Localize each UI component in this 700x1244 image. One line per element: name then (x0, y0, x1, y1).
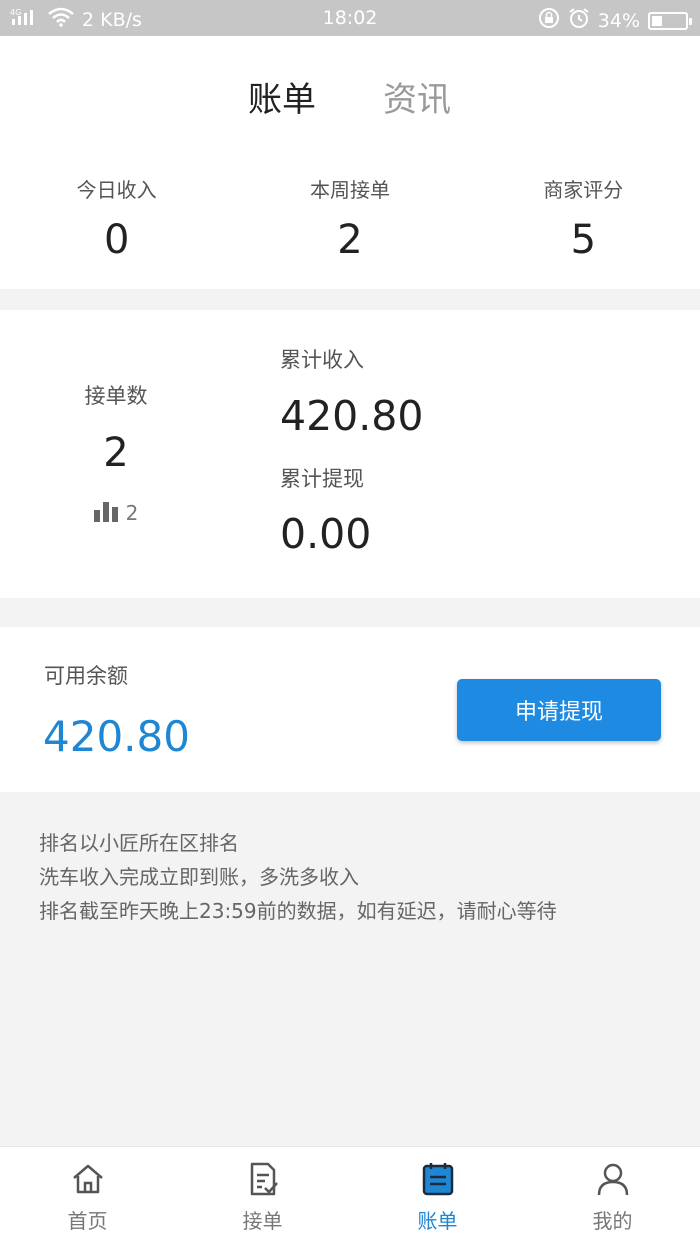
order-list-icon (245, 1161, 281, 1197)
stat-value: 5 (570, 217, 597, 263)
notes: 排名以小匠所在区排名 洗车收入完成立即到账，多洗多收入 排名截至昨天晚上23:5… (39, 826, 557, 928)
order-count-block: 接单数 2 2 (0, 310, 232, 598)
home-icon (70, 1161, 106, 1197)
rank-indicator: 2 (0, 500, 232, 525)
bottom-nav: 首页 接单 账单 我的 (0, 1146, 700, 1244)
tab-news[interactable]: 资讯 (383, 72, 451, 121)
stat-label: 商家评分 (543, 178, 624, 202)
withdraw-button[interactable]: 申请提现 (457, 679, 661, 741)
balance-card: 可用余额 420.80 申请提现 (0, 627, 700, 792)
nav-label: 首页 (67, 1209, 108, 1233)
battery-percent: 34% (597, 9, 640, 32)
header-tabs: 账单 资讯 (0, 36, 700, 146)
nav-orders[interactable]: 接单 (175, 1147, 350, 1244)
total-income-value: 420.80 (280, 392, 424, 440)
total-withdraw-value: 0.00 (280, 510, 372, 558)
nav-label: 接单 (242, 1209, 283, 1233)
alarm-icon (568, 7, 590, 34)
stat-label: 本周接单 (309, 178, 390, 202)
battery-icon (648, 11, 692, 30)
total-withdraw-label: 累计提现 (280, 467, 364, 491)
summary-card: 接单数 2 2 累计收入 420.80 累计提现 0.00 (0, 310, 700, 598)
balance-label: 可用余额 (44, 664, 128, 688)
status-bar: 4G 2 KB/s 18:02 34% (0, 0, 700, 36)
stat-value: 0 (103, 217, 130, 263)
stat-value: 2 (337, 217, 363, 263)
bill-icon (420, 1161, 456, 1197)
nav-bill[interactable]: 账单 (350, 1147, 525, 1244)
note-line: 洗车收入完成立即到账，多洗多收入 (39, 865, 359, 889)
order-count-label: 接单数 (84, 384, 148, 408)
profile-icon (595, 1161, 631, 1197)
nav-label: 账单 (417, 1209, 458, 1233)
rotation-lock-icon (538, 7, 560, 34)
nav-label: 我的 (592, 1209, 633, 1233)
nav-profile[interactable]: 我的 (525, 1147, 700, 1244)
stat-today-income: 今日收入 0 (0, 146, 233, 289)
note-line: 排名截至昨天晚上23:59前的数据，如有延迟，请耐心等待 (39, 899, 557, 923)
stats-row: 今日收入 0 本周接单 2 商家评分 5 (0, 146, 700, 289)
stat-merchant-rating: 商家评分 5 (467, 146, 700, 289)
tab-bill[interactable]: 账单 (248, 72, 316, 121)
stat-label: 今日收入 (76, 178, 157, 202)
stat-week-orders: 本周接单 2 (233, 146, 466, 289)
order-count-value: 2 (103, 430, 129, 476)
bar-chart-icon (93, 500, 118, 522)
rank-value: 2 (125, 501, 139, 525)
total-income-label: 累计收入 (280, 348, 364, 372)
nav-home[interactable]: 首页 (0, 1147, 175, 1244)
note-line: 排名以小匠所在区排名 (39, 831, 239, 855)
balance-value: 420.80 (43, 712, 190, 761)
